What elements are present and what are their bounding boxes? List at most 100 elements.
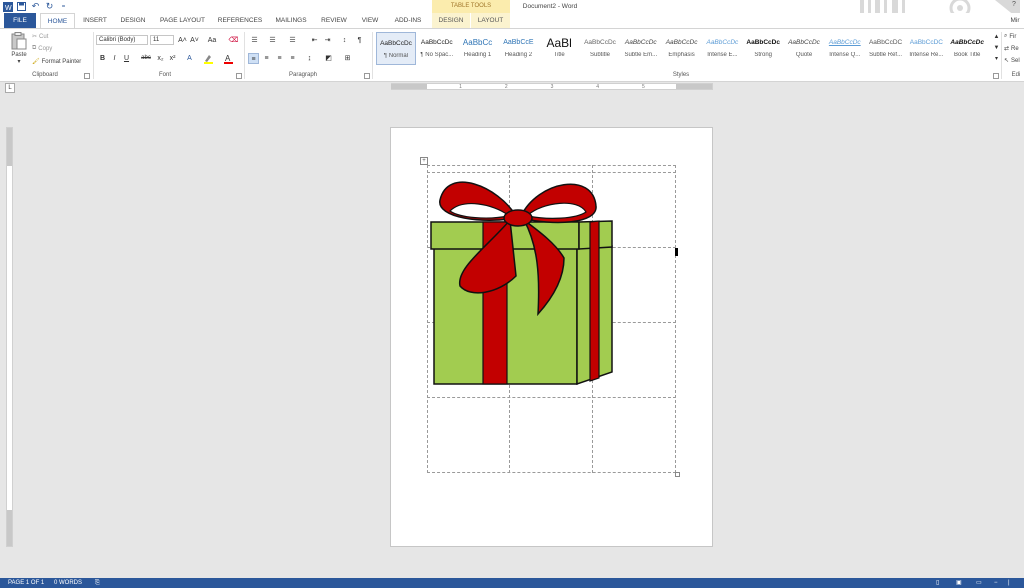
tab-review[interactable]: REVIEW [316, 13, 352, 28]
style-tile[interactable]: AaBbCcDc Subtle Em... [621, 32, 661, 65]
style-tile[interactable]: AaBbCcDc ¶ Normal [376, 32, 416, 65]
font-size-dropdown[interactable]: 11 [150, 35, 174, 45]
highlight-icon[interactable] [203, 53, 214, 64]
group-divider [244, 32, 245, 79]
tab-references[interactable]: REFERENCES [216, 13, 264, 28]
change-case-button[interactable]: Aa [204, 35, 220, 46]
tab-mailings[interactable]: MAILINGS [270, 13, 312, 28]
replace-icon: ⇄ [1004, 46, 1010, 52]
word-count[interactable]: 0 WORDS [54, 578, 82, 588]
cut-button[interactable]: ✂ Cut [32, 32, 48, 41]
tab-home[interactable]: HOME [40, 13, 75, 29]
tab-add-ins[interactable]: ADD-INS [389, 13, 427, 28]
style-name: Quote [795, 52, 813, 58]
help-button[interactable]: ? [1012, 1, 1016, 8]
style-tile[interactable]: AaBbCcE Heading 2 [498, 32, 538, 65]
grow-font-button[interactable]: A˄ [177, 35, 188, 46]
shrink-font-button[interactable]: A˅ [189, 35, 200, 46]
style-sample: AaBbCcDc [746, 39, 780, 46]
tab-page-layout[interactable]: PAGE LAYOUT [155, 13, 210, 28]
gift-box-image[interactable] [428, 166, 618, 390]
vertical-ruler[interactable] [6, 127, 13, 547]
multilevel-list-icon[interactable]: ☰ [286, 35, 299, 46]
tab-table-layout[interactable]: LAYOUT [471, 13, 510, 28]
clear-formatting-icon[interactable]: ⌫ [228, 35, 239, 46]
tab-view[interactable]: VIEW [356, 13, 384, 28]
style-tile[interactable]: AaBbCcDc Intense Q... [825, 32, 865, 65]
copy-button[interactable]: ⧉ Copy [32, 44, 52, 53]
font-launcher[interactable] [236, 73, 242, 79]
numbering-icon[interactable]: ☰ [266, 35, 279, 46]
style-tile[interactable]: AaBbCcDC Intense Re... [906, 32, 946, 65]
web-layout-icon[interactable]: ▭ [976, 578, 982, 588]
bullets-icon[interactable]: ☰ [248, 35, 261, 46]
print-layout-icon[interactable]: ▣ [956, 578, 962, 588]
bold-button[interactable]: B [97, 53, 108, 64]
style-tile[interactable]: AaBbCcDc Quote [784, 32, 824, 65]
replace-button[interactable]: ⇄ Re [1004, 44, 1019, 53]
paragraph-group-label: Paragraph [288, 72, 318, 78]
style-tile[interactable]: AaBbCcDc Intense E... [702, 32, 742, 65]
line-spacing-icon[interactable]: ↨ [304, 53, 315, 64]
style-name: Subtle Ref... [869, 52, 903, 58]
user-name[interactable]: Mir [1006, 13, 1024, 28]
tab-selector[interactable]: L [5, 83, 15, 93]
style-name: Intense Q... [829, 52, 861, 58]
word-logo-icon[interactable]: W [2, 1, 13, 12]
strikethrough-button[interactable]: abc [139, 53, 153, 64]
styles-launcher[interactable] [993, 73, 999, 79]
find-button[interactable]: ⌕ Fir [1004, 32, 1016, 41]
style-name: Intense Re... [909, 52, 944, 58]
read-mode-icon[interactable]: ▯ [936, 578, 939, 588]
style-tile[interactable]: AaBl Title [539, 32, 579, 65]
select-button[interactable]: ↖ Sel [1004, 56, 1020, 65]
clipboard-launcher[interactable] [84, 73, 90, 79]
style-tile[interactable]: AaBbCcDc Strong [743, 32, 783, 65]
horizontal-ruler[interactable]: 1 1 2 3 4 5 6 [391, 83, 713, 90]
show-formatting-button[interactable]: ¶ [354, 35, 365, 46]
style-tile[interactable]: AaBbCcDC Subtle Ref... [866, 32, 906, 65]
sort-icon[interactable]: ↕ [339, 35, 350, 46]
font-name-dropdown[interactable]: Calibri (Body) [96, 35, 148, 45]
align-left-icon[interactable]: ≡ [248, 53, 259, 64]
style-tile[interactable]: AaBbCc Heading 1 [458, 32, 498, 65]
tab-file[interactable]: FILE [4, 13, 36, 28]
italic-button[interactable]: I [109, 53, 120, 64]
search-icon: ⌕ [1004, 33, 1008, 39]
customize-icon[interactable]: = [58, 1, 69, 12]
shading-icon[interactable]: ◩ [323, 53, 334, 64]
proofing-icon[interactable]: ⎘ [95, 578, 100, 588]
format-painter-button[interactable]: 🖌 Format Painter [32, 57, 81, 66]
zoom-out-icon[interactable]: − [994, 578, 998, 588]
decrease-indent-icon[interactable]: ⇤ [309, 35, 320, 46]
borders-icon[interactable]: ⊞ [342, 53, 353, 64]
underline-button[interactable]: U [121, 53, 132, 64]
undo-icon[interactable]: ↶ [30, 1, 41, 12]
style-tile[interactable]: AaBbCcDc Emphasis [662, 32, 702, 65]
scissors-icon: ✂ [32, 34, 38, 40]
align-right-icon[interactable]: ≡ [274, 53, 285, 64]
style-tile[interactable]: AaBbCcDc Book Title [947, 32, 987, 65]
font-color-icon[interactable]: A [223, 53, 234, 64]
table-move-handle[interactable]: + [420, 157, 428, 165]
paste-button[interactable]: Paste ▾ [8, 32, 30, 72]
justify-icon[interactable]: ≡ [287, 53, 298, 64]
increase-indent-icon[interactable]: ⇥ [322, 35, 333, 46]
table-resize-handle[interactable] [675, 472, 680, 477]
align-center-icon[interactable]: ≡ [261, 53, 272, 64]
subscript-button[interactable]: x₂ [155, 53, 166, 64]
style-tile[interactable]: AaBbCcDc ¶ No Spac... [417, 32, 457, 65]
zoom-slider[interactable]: | [1008, 578, 1010, 588]
style-tile[interactable]: AaBbCcDc Subtitle [580, 32, 620, 65]
text-effects-icon[interactable]: A [184, 53, 195, 64]
paragraph-launcher[interactable] [364, 73, 370, 79]
page-count[interactable]: PAGE 1 OF 1 [8, 578, 44, 588]
title-bar: W ↶ ↻ = TABLE TOOLS Document2 - Word ? [0, 0, 1024, 24]
style-sample: AaBl [546, 36, 572, 50]
tab-design[interactable]: DESIGN [116, 13, 150, 28]
save-icon[interactable] [16, 1, 27, 12]
tab-table-design[interactable]: DESIGN [432, 13, 470, 28]
superscript-button[interactable]: x² [167, 53, 178, 64]
redo-icon[interactable]: ↻ [44, 1, 55, 12]
tab-insert[interactable]: INSERT [78, 13, 112, 28]
